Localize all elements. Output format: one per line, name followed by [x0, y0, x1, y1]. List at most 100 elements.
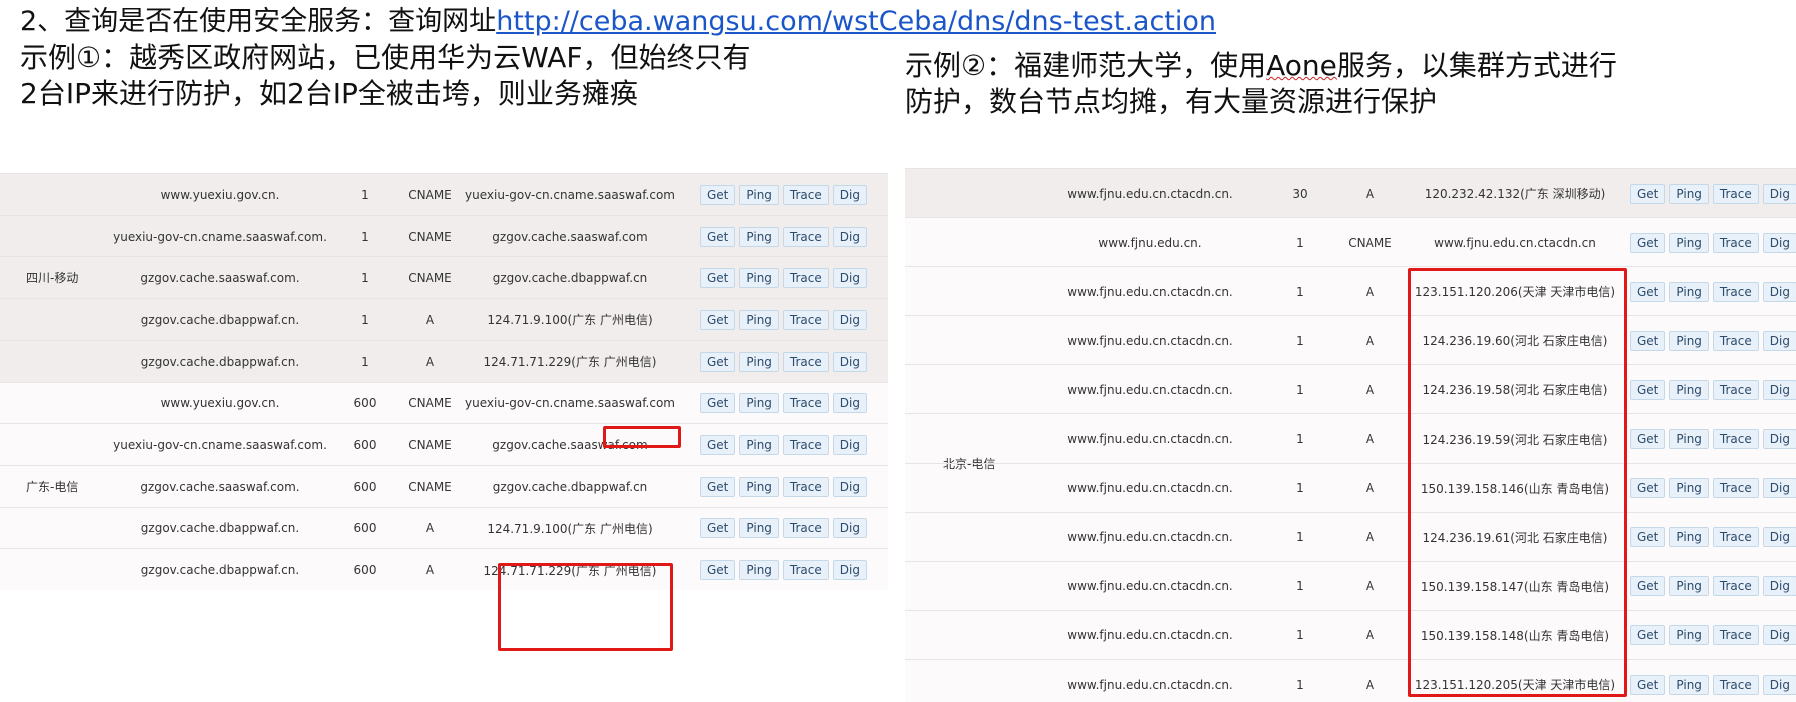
- get-button[interactable]: Get: [1630, 183, 1666, 204]
- trace-button[interactable]: Trace: [1712, 281, 1759, 302]
- domain-cell: www.yuexiu.gov.cn.: [160, 187, 280, 202]
- ping-button[interactable]: Ping: [1669, 625, 1709, 646]
- trace-button[interactable]: Trace: [782, 184, 829, 205]
- ttl-cell: 1: [361, 354, 369, 369]
- dig-button[interactable]: Dig: [832, 184, 867, 205]
- trace-button[interactable]: Trace: [1712, 478, 1759, 499]
- ping-button[interactable]: Ping: [739, 226, 779, 247]
- trace-button[interactable]: Trace: [1712, 379, 1759, 400]
- ping-button[interactable]: Ping: [739, 268, 779, 289]
- dig-button[interactable]: Dig: [1762, 281, 1796, 302]
- ping-button[interactable]: Ping: [1669, 379, 1709, 400]
- dig-button[interactable]: Dig: [832, 309, 867, 330]
- domain-cell: www.fjnu.edu.cn.ctacdn.cn.: [1067, 432, 1233, 447]
- get-button[interactable]: Get: [700, 393, 736, 414]
- row-actions: Get Ping Trace Dig: [1630, 169, 1796, 218]
- get-button[interactable]: Get: [1630, 232, 1666, 253]
- dig-button[interactable]: Dig: [1762, 478, 1796, 499]
- dig-button[interactable]: Dig: [832, 435, 867, 456]
- trace-button[interactable]: Trace: [782, 309, 829, 330]
- trace-button[interactable]: Trace: [1712, 576, 1759, 597]
- dig-button[interactable]: Dig: [832, 351, 867, 372]
- table-row: www.fjnu.edu.cn.ctacdn.cn. 1 A 124.236.19.6…: [905, 315, 1796, 365]
- ping-button[interactable]: Ping: [739, 351, 779, 372]
- get-button[interactable]: Get: [700, 351, 736, 372]
- ping-button[interactable]: Ping: [739, 393, 779, 414]
- trace-button[interactable]: Trace: [782, 268, 829, 289]
- record-value-cell: yuexiu-gov-cn.cname.saaswaf.com: [465, 396, 675, 411]
- dig-button[interactable]: Dig: [1762, 527, 1796, 548]
- ping-button[interactable]: Ping: [1669, 232, 1709, 253]
- ping-button[interactable]: Ping: [739, 476, 779, 497]
- dig-button[interactable]: Dig: [1762, 330, 1796, 351]
- dig-button[interactable]: Dig: [1762, 232, 1796, 253]
- trace-button[interactable]: Trace: [782, 393, 829, 414]
- get-button[interactable]: Get: [1630, 527, 1666, 548]
- domain-cell: www.fjnu.edu.cn.ctacdn.cn.: [1067, 382, 1233, 397]
- dig-button[interactable]: Dig: [832, 518, 867, 539]
- get-button[interactable]: Get: [1630, 379, 1666, 400]
- get-button[interactable]: Get: [1630, 674, 1666, 695]
- dig-button[interactable]: Dig: [832, 226, 867, 247]
- get-button[interactable]: Get: [700, 226, 736, 247]
- example-2-caption: 示例②：福建师范大学，使用Aone服务，以集群方式进行 防护，数台节点均摊，有大…: [905, 48, 1785, 120]
- trace-button[interactable]: Trace: [782, 351, 829, 372]
- ttl-cell: 1: [1296, 235, 1304, 250]
- ping-button[interactable]: Ping: [739, 560, 779, 581]
- ping-button[interactable]: Ping: [1669, 576, 1709, 597]
- table-row: www.fjnu.edu.cn.ctacdn.cn. 1 A 124.236.19.5…: [905, 413, 1796, 463]
- trace-button[interactable]: Trace: [782, 476, 829, 497]
- dig-button[interactable]: Dig: [1762, 576, 1796, 597]
- ping-button[interactable]: Ping: [1669, 183, 1709, 204]
- trace-button[interactable]: Trace: [1712, 183, 1759, 204]
- ping-button[interactable]: Ping: [1669, 330, 1709, 351]
- dig-button[interactable]: Dig: [1762, 674, 1796, 695]
- ping-button[interactable]: Ping: [739, 518, 779, 539]
- trace-button[interactable]: Trace: [1712, 527, 1759, 548]
- trace-button[interactable]: Trace: [782, 560, 829, 581]
- table-row: gzgov.cache.dbappwaf.cn. 600 A 124.71.71.22…: [0, 548, 888, 591]
- ping-button[interactable]: Ping: [1669, 527, 1709, 548]
- get-button[interactable]: Get: [700, 435, 736, 456]
- get-button[interactable]: Get: [700, 309, 736, 330]
- get-button[interactable]: Get: [1630, 576, 1666, 597]
- get-button[interactable]: Get: [700, 476, 736, 497]
- get-button[interactable]: Get: [1630, 429, 1666, 450]
- get-button[interactable]: Get: [700, 184, 736, 205]
- ping-button[interactable]: Ping: [739, 184, 779, 205]
- get-button[interactable]: Get: [1630, 625, 1666, 646]
- dig-button[interactable]: Dig: [1762, 183, 1796, 204]
- trace-button[interactable]: Trace: [782, 518, 829, 539]
- get-button[interactable]: Get: [1630, 330, 1666, 351]
- get-button[interactable]: Get: [700, 560, 736, 581]
- trace-button[interactable]: Trace: [1712, 232, 1759, 253]
- query-url-link[interactable]: http://ceba.wangsu.com/wstCeba/dns/dns-t…: [496, 6, 1216, 37]
- dig-button[interactable]: Dig: [832, 476, 867, 497]
- trace-button[interactable]: Trace: [782, 435, 829, 456]
- trace-button[interactable]: Trace: [1712, 625, 1759, 646]
- get-button[interactable]: Get: [700, 518, 736, 539]
- type-cell: CNAME: [408, 187, 452, 202]
- dig-button[interactable]: Dig: [832, 268, 867, 289]
- dig-button[interactable]: Dig: [832, 560, 867, 581]
- get-button[interactable]: Get: [700, 268, 736, 289]
- ping-button[interactable]: Ping: [1669, 674, 1709, 695]
- ping-button[interactable]: Ping: [1669, 478, 1709, 499]
- ping-button[interactable]: Ping: [1669, 429, 1709, 450]
- get-button[interactable]: Get: [1630, 281, 1666, 302]
- get-button[interactable]: Get: [1630, 478, 1666, 499]
- dig-button[interactable]: Dig: [1762, 379, 1796, 400]
- trace-button[interactable]: Trace: [1712, 674, 1759, 695]
- dig-button[interactable]: Dig: [1762, 625, 1796, 646]
- trace-button[interactable]: Trace: [1712, 429, 1759, 450]
- ping-button[interactable]: Ping: [1669, 281, 1709, 302]
- dig-button[interactable]: Dig: [1762, 429, 1796, 450]
- row-actions: Get Ping Trace Dig: [700, 508, 867, 550]
- ping-button[interactable]: Ping: [739, 309, 779, 330]
- trace-button[interactable]: Trace: [782, 226, 829, 247]
- trace-button[interactable]: Trace: [1712, 330, 1759, 351]
- ping-button[interactable]: Ping: [739, 435, 779, 456]
- dig-button[interactable]: Dig: [832, 393, 867, 414]
- table-row: www.yuexiu.gov.cn. 1 CNAME yuexiu-gov-cn.cn…: [0, 173, 888, 216]
- ttl-cell: 1: [1296, 677, 1304, 692]
